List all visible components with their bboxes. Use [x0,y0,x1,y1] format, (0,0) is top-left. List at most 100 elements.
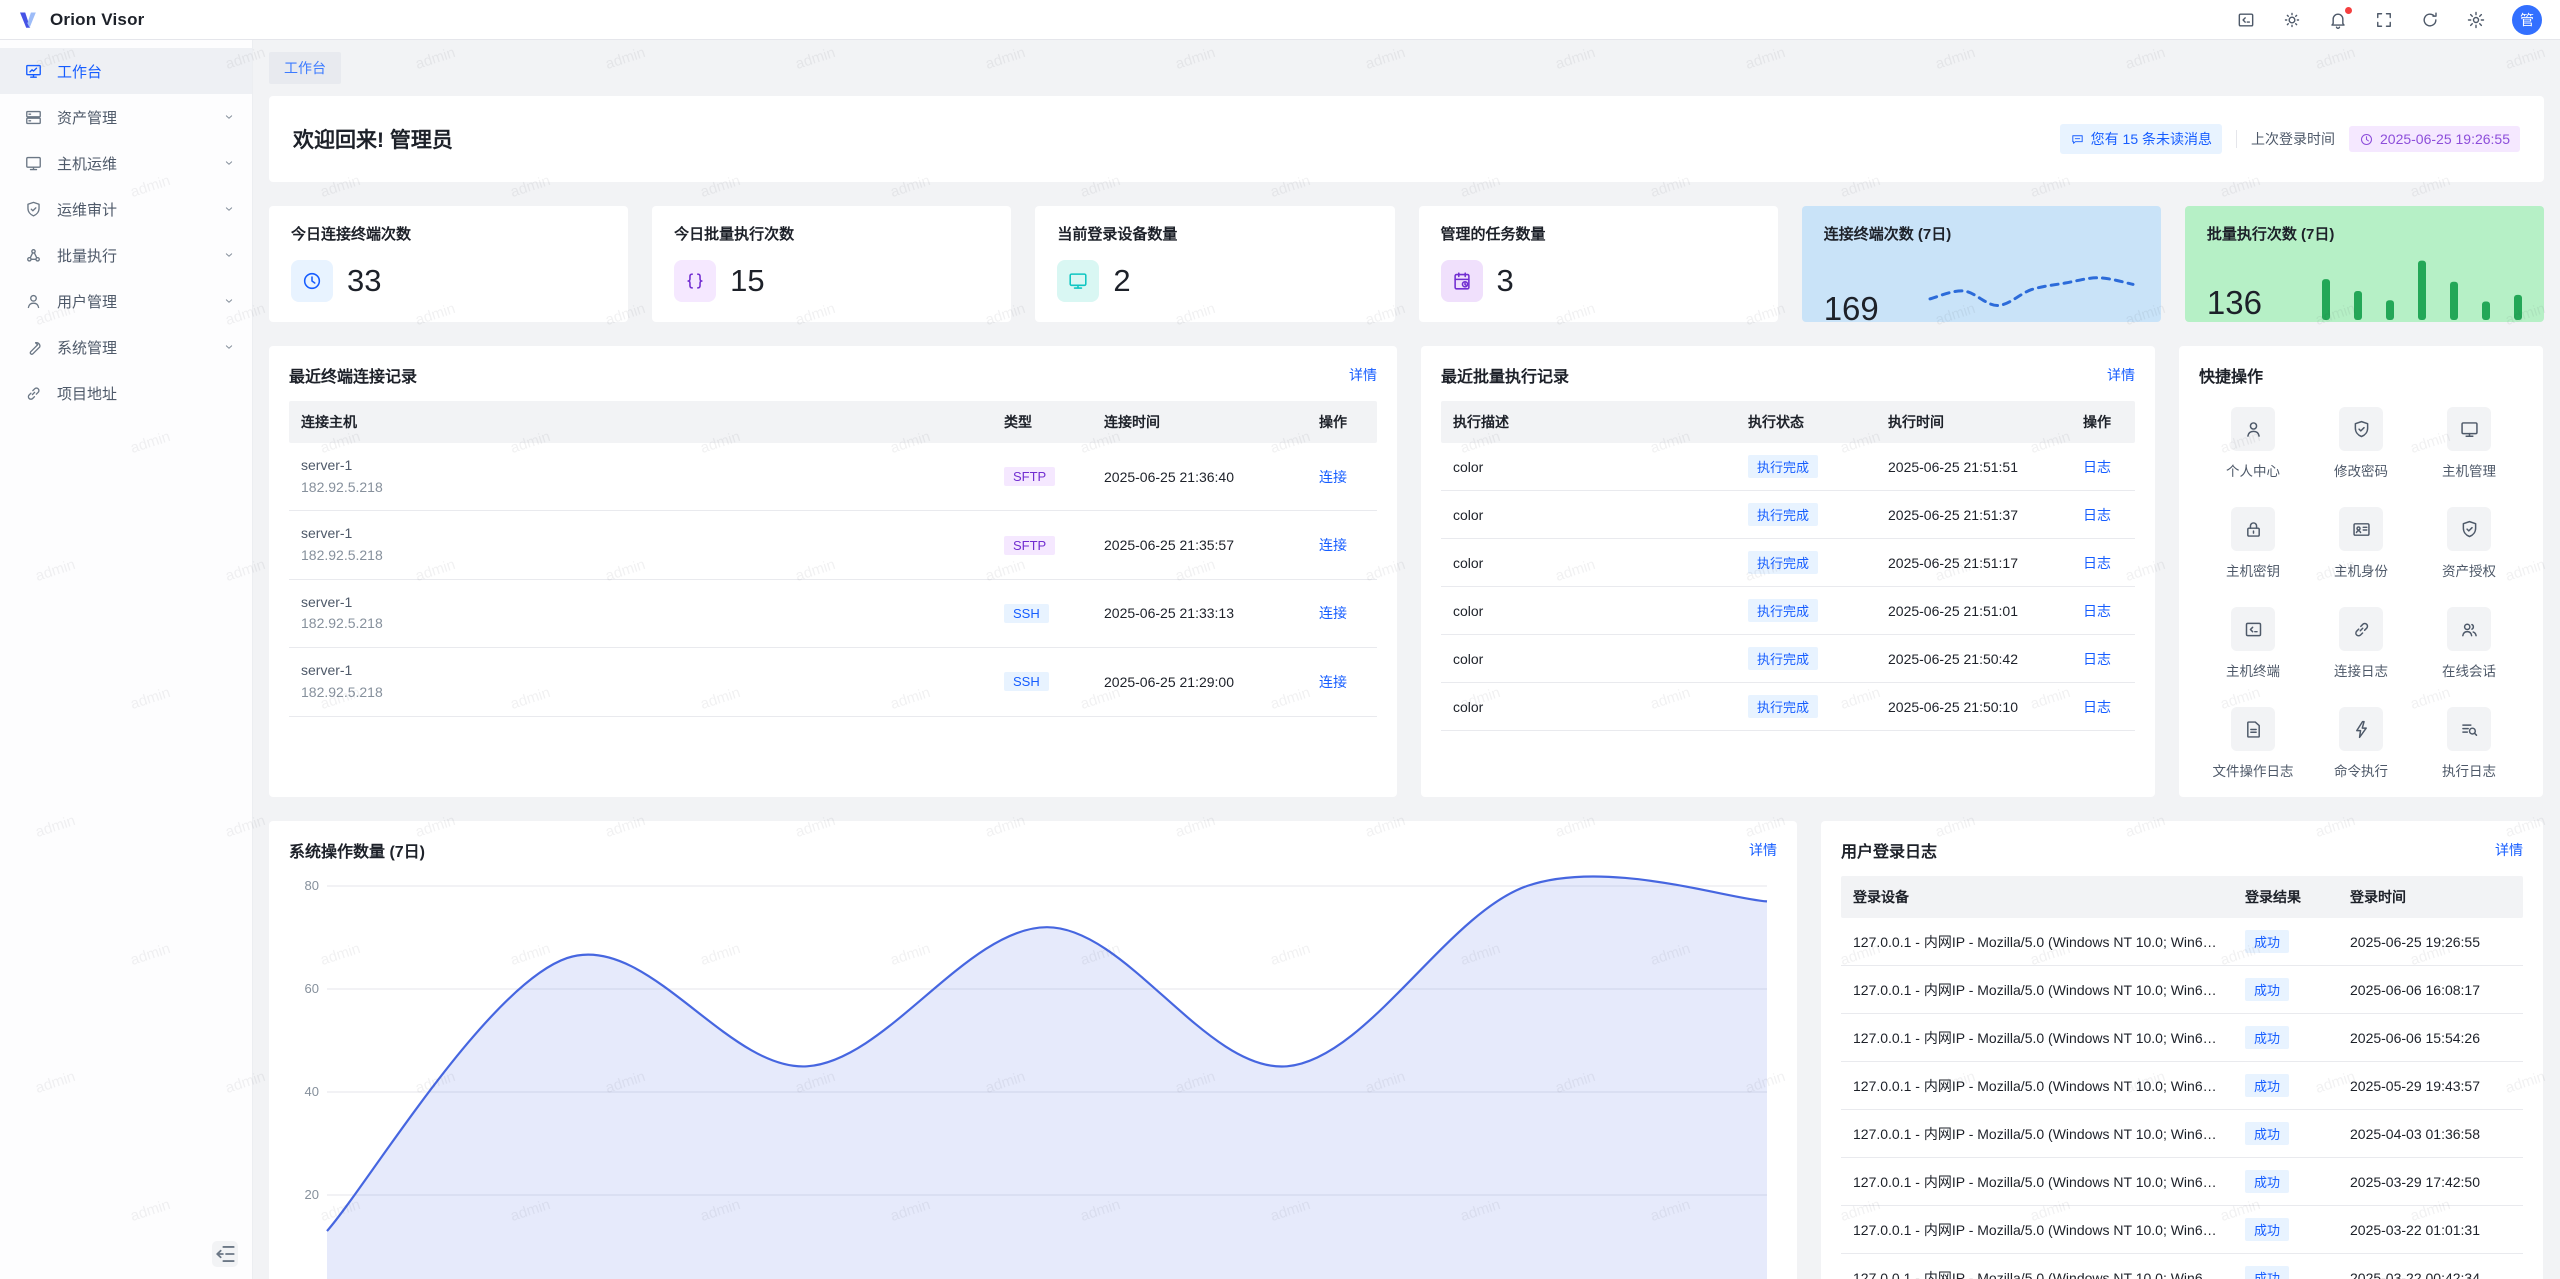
desc-cell: color [1441,495,1736,535]
action-cell: 连接 [1307,523,1377,567]
quick-action-1[interactable]: 修改密码 [2307,407,2415,480]
notification-dot [2345,7,2352,14]
quick-action-6[interactable]: 主机终端 [2199,607,2307,680]
shield-check-icon [24,200,43,219]
stat-card-0: 今日连接终端次数 33 [269,206,628,322]
lock-icon [2231,507,2275,551]
sidebar-menu: 工作台 资产管理 主机运维 运维审计 批量执行 用户管理 系统管理 项目地址 [0,48,252,416]
sidebar-item-3[interactable]: 运维审计 [0,186,252,232]
log-link[interactable]: 日志 [2083,651,2111,667]
log-link[interactable]: 日志 [2083,555,2111,571]
quick-action-0[interactable]: 个人中心 [2199,407,2307,480]
monitor-icon [2447,407,2491,451]
sidebar-item-7[interactable]: 项目地址 [0,370,252,416]
connect-link[interactable]: 连接 [1319,537,1347,553]
breadcrumb[interactable]: 工作台 [269,52,341,84]
chevron-down-icon [222,248,236,262]
device-cell: 127.0.0.1 - 内网IP - Mozilla/5.0 (Windows … [1841,968,2233,1012]
sidebar-item-6[interactable]: 系统管理 [0,324,252,370]
quick-action-2[interactable]: 主机管理 [2415,407,2523,480]
type-tag: SSH [1004,672,1049,691]
column-header: 登录时间 [2338,876,2523,918]
column-header: 执行描述 [1441,401,1736,443]
quick-action-10[interactable]: 命令执行 [2307,707,2415,780]
quick-action-label: 主机密钥 [2226,560,2280,580]
theme-sun-icon[interactable] [2282,10,2302,30]
sidebar-item-label: 运维审计 [57,199,208,220]
time-cell: 2025-03-22 00:42:34 [2338,1258,2523,1279]
quick-action-11[interactable]: 执行日志 [2415,707,2523,780]
main-content: 工作台 欢迎回来! 管理员 您有 15 条未读消息 上次登录时间 2025-06… [253,40,2560,1279]
log-link[interactable]: 日志 [2083,459,2111,475]
table-row: color 执行完成 2025-06-25 21:51:51 日志 [1441,443,2135,491]
column-header: 登录设备 [1841,876,2233,918]
quick-action-3[interactable]: 主机密钥 [2199,507,2307,580]
chevron-down-icon [222,294,236,308]
unread-messages-badge[interactable]: 您有 15 条未读消息 [2060,124,2222,154]
quick-action-7[interactable]: 连接日志 [2307,607,2415,680]
time-cell: 2025-06-25 21:51:37 [1876,495,2071,535]
sidebar-item-1[interactable]: 资产管理 [0,94,252,140]
quick-action-9[interactable]: 文件操作日志 [2199,707,2307,780]
unread-messages-text: 您有 15 条未读消息 [2091,129,2212,149]
time-cell: 2025-06-06 15:54:26 [2338,1018,2523,1058]
terminal-card-more-link[interactable]: 详情 [1349,365,1377,385]
topbar-actions: 管 [2236,5,2542,35]
terminal-table: 连接主机类型连接时间操作 server-1182.92.5.218 SFTP 2… [289,401,1377,717]
quick-action-5[interactable]: 资产授权 [2415,507,2523,580]
top-header: Orion Visor 管 [0,0,2560,40]
exec-card-more-link[interactable]: 详情 [2107,365,2135,385]
sidebar-item-4[interactable]: 批量执行 [0,232,252,278]
host-cell: server-1182.92.5.218 [289,580,992,647]
sidebar-item-2[interactable]: 主机运维 [0,140,252,186]
login-table-body: 127.0.0.1 - 内网IP - Mozilla/5.0 (Windows … [1841,918,2523,1279]
bell-icon[interactable] [2328,10,2348,30]
quick-action-label: 连接日志 [2334,660,2388,680]
connect-link[interactable]: 连接 [1319,605,1347,621]
refresh-icon[interactable] [2420,10,2440,30]
stat-card-2: 当前登录设备数量 2 [1035,206,1394,322]
quick-action-4[interactable]: 主机身份 [2307,507,2415,580]
welcome-card: 欢迎回来! 管理员 您有 15 条未读消息 上次登录时间 2025-06-25 … [269,96,2544,182]
sidebar-item-5[interactable]: 用户管理 [0,278,252,324]
sidebar-item-0[interactable]: 工作台 [0,48,252,94]
terminal-icon [2231,607,2275,651]
time-cell: 2025-06-25 21:50:42 [1876,639,2071,679]
app-title: Orion Visor [50,10,144,30]
host-cell: server-1182.92.5.218 [289,511,992,578]
search-list-icon [2447,707,2491,751]
type-cell: SFTP [992,524,1092,567]
quick-action-label: 命令执行 [2334,760,2388,780]
gear-icon[interactable] [2466,10,2486,30]
shield-check-icon [2447,507,2491,551]
result-tag: 成功 [2245,1122,2289,1145]
result-tag: 成功 [2245,1218,2289,1241]
fullscreen-icon[interactable] [2374,10,2394,30]
log-link[interactable]: 日志 [2083,507,2111,523]
sidebar-collapse-button[interactable] [212,1241,238,1267]
chevron-down-icon [222,110,236,124]
connect-link[interactable]: 连接 [1319,674,1347,690]
status-tag: 执行完成 [1748,551,1818,574]
result-cell: 成功 [2233,1158,2338,1205]
link-icon [2339,607,2383,651]
ops-card-more-link[interactable]: 详情 [1749,840,1777,860]
stat-label: 今日批量执行次数 [674,223,989,244]
action-cell: 日志 [2071,589,2135,633]
code-square-icon[interactable] [2236,10,2256,30]
status-cell: 执行完成 [1736,635,1876,682]
last-login-time-text: 2025-06-25 19:26:55 [2380,131,2510,147]
result-tag: 成功 [2245,978,2289,1001]
action-cell: 日志 [2071,541,2135,585]
login-card-more-link[interactable]: 详情 [2495,840,2523,860]
status-tag: 执行完成 [1748,599,1818,622]
user-icon [2231,407,2275,451]
users-icon [2447,607,2491,651]
connect-link[interactable]: 连接 [1319,469,1347,485]
desc-cell: color [1441,591,1736,631]
user-avatar[interactable]: 管 [2512,5,2542,35]
log-link[interactable]: 日志 [2083,699,2111,715]
log-link[interactable]: 日志 [2083,603,2111,619]
quick-action-8[interactable]: 在线会话 [2415,607,2523,680]
time-cell: 2025-06-25 21:50:10 [1876,687,2071,727]
